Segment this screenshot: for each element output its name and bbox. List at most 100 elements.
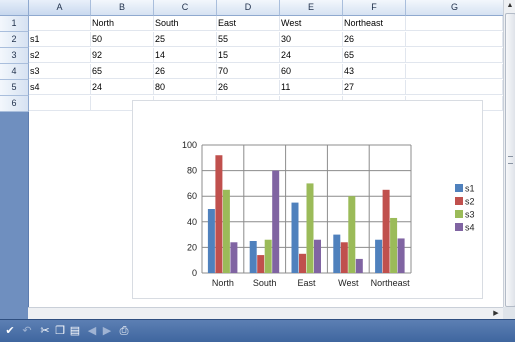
y-tick-label: 0 [192,268,197,278]
x-tick-label: North [212,278,234,288]
copy-icon[interactable]: ❐ [53,323,67,339]
scrollbar-corner [503,307,515,319]
cell-a5[interactable]: s4 [29,80,91,95]
cell-b5[interactable]: 24 [91,80,154,95]
bar-s4-south [272,170,280,273]
cell-f5[interactable]: 27 [343,80,406,95]
column-header-f[interactable]: F [343,0,406,16]
bar-s2-west [340,242,348,273]
column-header-b[interactable]: B [91,0,154,16]
next-icon[interactable]: ▶ [100,323,114,339]
vertical-scrollbar[interactable]: ▲ ▼ [503,0,515,319]
cell-e3[interactable]: 24 [280,48,343,63]
cell-d4[interactable]: 70 [217,64,280,79]
bar-s3-west [348,196,356,273]
legend-label-s1: s1 [465,184,475,194]
legend-swatch-s4 [455,223,463,231]
cell-g5[interactable] [406,80,503,95]
y-tick-label: 100 [182,140,197,150]
spreadsheet: A B C D E F G 1 2 3 4 5 6 North South East… [0,0,515,341]
cell-f4[interactable]: 43 [343,64,406,79]
cell-c1[interactable]: South [154,16,217,31]
bar-s1-northeast [375,239,383,273]
cell-b2[interactable]: 50 [91,32,154,47]
cell-c4[interactable]: 26 [154,64,217,79]
cell-b1[interactable]: North [91,16,154,31]
cell-b3[interactable]: 92 [91,48,154,63]
legend-label-s3: s3 [465,210,475,220]
column-header-e[interactable]: E [280,0,343,16]
row-header-5[interactable]: 5 [0,80,29,96]
column-header-g[interactable]: G [406,0,504,16]
row-header-2[interactable]: 2 [0,32,29,48]
cell-g1[interactable] [406,16,503,31]
cell-g3[interactable] [406,48,503,63]
cell-c3[interactable]: 14 [154,48,217,63]
row-header-1[interactable]: 1 [0,16,29,32]
y-tick-label: 80 [187,166,197,176]
select-all-corner[interactable] [0,0,29,16]
bar-s4-northeast [397,238,405,273]
bar-s1-south [249,241,257,273]
bar-s3-northeast [390,217,398,273]
cell-g4[interactable] [406,64,503,79]
bar-s2-north [215,155,223,273]
x-tick-label: East [297,278,316,288]
column-header-a[interactable]: A [29,0,91,16]
cell-d1[interactable]: East [217,16,280,31]
paste-icon[interactable]: ▤ [68,323,82,339]
cell-d3[interactable]: 15 [217,48,280,63]
bar-s3-east [306,183,314,273]
y-tick-label: 20 [187,242,197,252]
previous-icon[interactable]: ◀ [85,323,99,339]
cell-a3[interactable]: s2 [29,48,91,63]
cell-b4[interactable]: 65 [91,64,154,79]
cell-f3[interactable]: 65 [343,48,406,63]
scroll-up-icon[interactable]: ▲ [504,0,515,12]
bar-s1-north [207,209,215,273]
legend-swatch-s3 [455,210,463,218]
bar-s4-east [314,239,321,273]
bar-s3-north [222,189,230,273]
cell-a2[interactable]: s1 [29,32,91,47]
cell-e1[interactable]: West [280,16,343,31]
vertical-scroll-thumb[interactable] [505,13,515,307]
legend-label-s2: s2 [465,197,475,207]
bar-chart[interactable]: 0 20 40 60 80 100 North South East West Northeast s… [132,100,483,299]
x-tick-label: South [253,278,277,288]
cut-icon[interactable]: ✂ [38,323,52,339]
x-tick-label: Northeast [371,278,411,288]
cell-f1[interactable]: Northeast [343,16,406,31]
cell-a6[interactable] [29,96,91,111]
row-header-4[interactable]: 4 [0,64,29,80]
cell-d2[interactable]: 55 [217,32,280,47]
checkmark-icon[interactable]: ✔ [3,323,17,339]
legend-label-s4: s4 [465,223,475,233]
cell-e4[interactable]: 60 [280,64,343,79]
cell-e2[interactable]: 30 [280,32,343,47]
chart-svg: 0 20 40 60 80 100 North South East West Northeast s… [182,140,475,288]
x-tick-label: West [338,278,359,288]
cell-c5[interactable]: 80 [154,80,217,95]
row-header-6[interactable]: 6 [0,96,29,112]
bar-s2-east [299,253,306,273]
column-header-c[interactable]: C [154,0,217,16]
bar-s2-south [257,255,265,273]
cell-f2[interactable]: 26 [343,32,406,47]
cell-a1[interactable] [29,16,91,31]
bar-s3-south [264,239,272,273]
row-header-3[interactable]: 3 [0,48,29,64]
column-header-d[interactable]: D [217,0,280,16]
cell-d5[interactable]: 26 [217,80,280,95]
bar-s2-northeast [382,189,390,273]
cell-a4[interactable]: s3 [29,64,91,79]
cell-c2[interactable]: 25 [154,32,217,47]
bar-s4-west [355,258,363,273]
y-tick-label: 40 [187,217,197,227]
cell-g2[interactable] [406,32,503,47]
cell-e5[interactable]: 11 [280,80,343,95]
legend-swatch-s2 [455,197,463,205]
bar-s1-west [333,234,341,273]
print-icon[interactable]: ⎙ [117,323,131,339]
undo-icon[interactable]: ↶ [20,323,34,339]
